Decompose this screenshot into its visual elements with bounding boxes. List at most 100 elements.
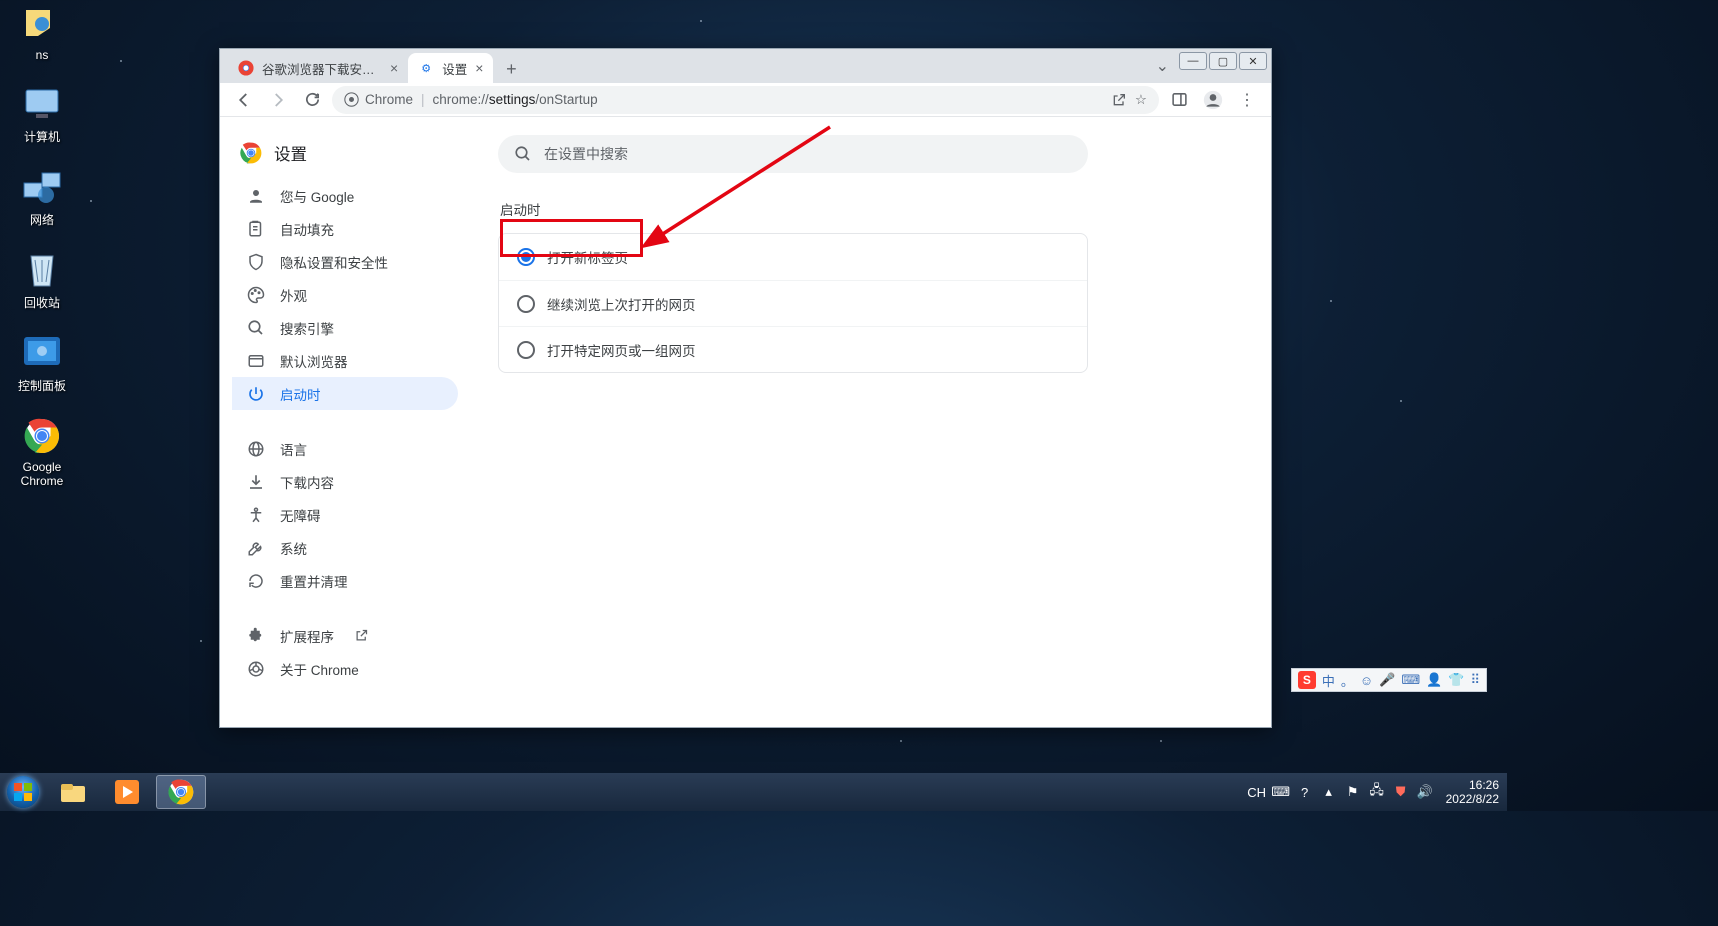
nav-you-and-google[interactable]: 您与 Google [232,179,458,212]
tab-1[interactable]: 谷歌浏览器下载安装-谷歌浏览器 × [228,53,408,83]
nav-languages[interactable]: 语言 [232,432,458,465]
tray-flag-icon[interactable]: ⚑ [1344,783,1362,801]
settings-heading: 设置 [232,137,470,179]
address-bar[interactable]: Chrome | chrome://settings/onStartup ☆ [332,86,1159,114]
reload-button[interactable] [298,86,326,114]
tab-close-icon[interactable]: × [390,60,398,76]
external-link-icon [354,628,369,643]
chrome-window: 谷歌浏览器下载安装-谷歌浏览器 × ⚙ 设置 × + ⌄ — ▢ ✕ Chrom… [219,48,1272,728]
ime-face-icon[interactable]: ☺ [1360,673,1373,688]
option-new-tab[interactable]: 打开新标签页 [499,234,1087,280]
radio-selected-icon[interactable] [517,248,535,266]
globe-icon [246,439,266,459]
nav-reset[interactable]: 重置并清理 [232,564,458,597]
nav-default-browser[interactable]: 默认浏览器 [232,344,458,377]
ime-toolbar[interactable]: S 中 。 ☺ 🎤 ⌨ 👤 👕 ⠿ [1291,668,1487,692]
nav-search-engine[interactable]: 搜索引擎 [232,311,458,344]
tray-volume-icon[interactable]: 🔊 [1416,783,1434,801]
forward-button[interactable] [264,86,292,114]
taskbar-explorer[interactable] [48,775,98,809]
url-text: chrome://settings/onStartup [433,92,598,107]
tray-shield-icon[interactable]: ⛊ [1392,783,1410,801]
tray-network-icon[interactable]: 🖧 [1368,783,1386,801]
section-title: 启动时 [500,199,1249,219]
person-icon [246,186,266,206]
desktop-icon-recycle[interactable]: 回收站 [6,250,78,311]
toolbar: Chrome | chrome://settings/onStartup ☆ ⋮ [220,83,1271,117]
ime-mic-icon[interactable]: 🎤 [1379,672,1395,688]
palette-icon [246,285,266,305]
desktop-icon-chrome[interactable]: Google Chrome [6,416,78,488]
a11y-icon [246,505,266,525]
profile-button[interactable] [1199,86,1227,114]
nav-about-chrome[interactable]: 关于 Chrome [232,652,458,685]
shield-icon [246,252,266,272]
radio-icon[interactable] [517,295,535,313]
reset-icon [246,571,266,591]
search-icon [246,318,266,338]
share-icon[interactable] [1111,92,1127,108]
nav-appearance[interactable]: 外观 [232,278,458,311]
chrome-icon [344,92,359,107]
new-tab-button[interactable]: + [497,55,525,83]
sogou-logo-icon: S [1298,671,1316,689]
ime-lang[interactable]: 中 [1322,671,1335,690]
back-button[interactable] [230,86,258,114]
ime-skin-icon[interactable]: 👕 [1448,672,1464,688]
tray-up-icon[interactable]: ▴ [1320,783,1338,801]
site-info-chip[interactable]: Chrome [344,92,413,107]
extension-icon [246,626,266,646]
settings-main: 在设置中搜索 启动时 打开新标签页 继续浏览上次打开的网页 打开特定网页或一组网… [470,117,1271,727]
menu-button[interactable]: ⋮ [1233,86,1261,114]
nav-extensions[interactable]: 扩展程序 [232,619,458,652]
option-continue[interactable]: 继续浏览上次打开的网页 [499,280,1087,326]
nav-privacy[interactable]: 隐私设置和安全性 [232,245,458,278]
window-maximize-button[interactable]: ▢ [1209,52,1237,70]
tab-search-icon[interactable]: ⌄ [1146,56,1179,76]
search-icon [514,145,532,163]
settings-search[interactable]: 在设置中搜索 [498,135,1088,173]
taskbar-chrome[interactable] [156,775,206,809]
download-icon [246,472,266,492]
tab-close-icon[interactable]: × [475,60,483,76]
radio-icon[interactable] [517,341,535,359]
window-close-button[interactable]: ✕ [1239,52,1267,70]
tray-help-icon[interactable]: ? [1296,783,1314,801]
taskbar: CH ⌨ ? ▴ ⚑ 🖧 ⛊ 🔊 16:26 2022/8/22 [0,773,1507,811]
nav-downloads[interactable]: 下载内容 [232,465,458,498]
chrome-outline-icon [246,659,266,679]
ime-person-icon[interactable]: 👤 [1426,672,1442,688]
ime-keyboard-icon[interactable]: ⌨ [1401,672,1420,688]
desktop-icon-control-panel[interactable]: 控制面板 [6,333,78,394]
system-tray: CH ⌨ ? ▴ ⚑ 🖧 ⛊ 🔊 16:26 2022/8/22 [1248,778,1507,806]
ime-punct[interactable]: 。 [1341,671,1354,690]
desktop-icon-computer[interactable]: 计算机 [6,84,78,145]
nav-system[interactable]: 系统 [232,531,458,564]
chrome-logo-icon [240,142,262,164]
settings-sidebar: 设置 您与 Google 自动填充 隐私设置和安全性 外观 搜索引擎 默认浏览器… [220,117,470,727]
tab-2-active[interactable]: ⚙ 设置 × [408,53,493,83]
tray-lang[interactable]: CH [1248,783,1266,801]
wrench-icon [246,538,266,558]
desktop: ns 计算机 网络 回收站 控制面板 Google Chrome [6,4,78,510]
taskbar-media-player[interactable] [102,775,152,809]
autofill-icon [246,219,266,239]
nav-autofill[interactable]: 自动填充 [232,212,458,245]
tray-keyboard-icon[interactable]: ⌨ [1272,783,1290,801]
desktop-icon-network[interactable]: 网络 [6,167,78,228]
chrome-favicon-icon [238,60,254,76]
start-button[interactable] [2,775,44,809]
tab-strip: 谷歌浏览器下载安装-谷歌浏览器 × ⚙ 设置 × + ⌄ — ▢ ✕ [220,49,1271,83]
side-panel-button[interactable] [1165,86,1193,114]
window-minimize-button[interactable]: — [1179,52,1207,70]
startup-options-card: 打开新标签页 继续浏览上次打开的网页 打开特定网页或一组网页 [498,233,1088,373]
nav-accessibility[interactable]: 无障碍 [232,498,458,531]
tray-clock[interactable]: 16:26 2022/8/22 [1440,778,1499,806]
ime-menu-icon[interactable]: ⠿ [1470,672,1480,688]
gear-favicon-icon: ⚙ [418,60,434,76]
desktop-icon-ns[interactable]: ns [6,4,78,62]
browser-icon [246,351,266,371]
bookmark-icon[interactable]: ☆ [1135,92,1147,108]
nav-on-startup[interactable]: 启动时 [232,377,458,410]
option-specific-pages[interactable]: 打开特定网页或一组网页 [499,326,1087,372]
